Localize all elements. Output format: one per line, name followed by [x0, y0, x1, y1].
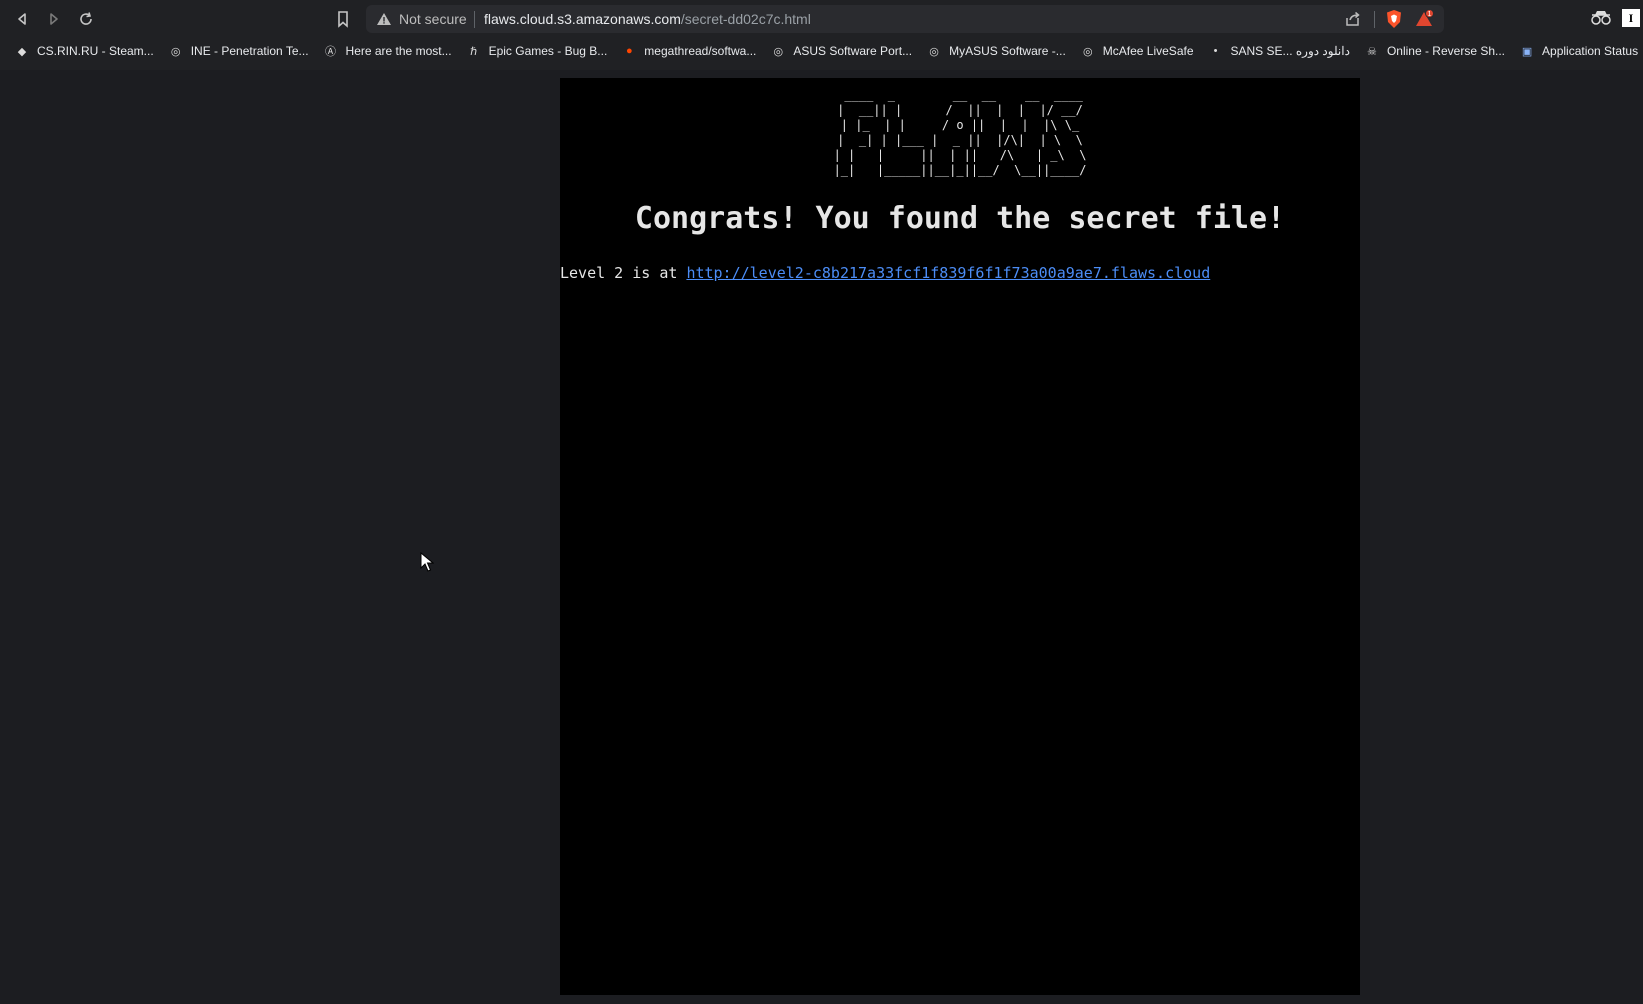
level-2-link[interactable]: http://level2-c8b217a33fcf1f839f6f1f73a0…: [686, 264, 1210, 282]
extension-icon[interactable]: I: [1622, 9, 1640, 27]
back-button[interactable]: [11, 8, 33, 30]
browser-chrome: Not secure flaws.cloud.s3.amazonaws.com/…: [0, 0, 1643, 70]
bookmark-label: MyASUS Software -...: [949, 44, 1066, 58]
bookmark-item[interactable]: Ⓐ Here are the most...: [323, 43, 452, 59]
back-arrow-icon: [18, 13, 26, 25]
page-viewport: ____ _ __ __ __ ____ | __|| | / || | | |…: [0, 70, 1643, 1004]
globe-icon: ◎: [773, 45, 784, 58]
globe-icon: ◎: [170, 45, 181, 58]
bookmark-item[interactable]: ◎ ASUS Software Port...: [770, 43, 913, 59]
h-logo-icon: ℏ: [470, 45, 478, 58]
globe-icon: ◎: [1082, 45, 1093, 58]
page-content: ____ _ __ __ __ ____ | __|| | / || | | |…: [560, 78, 1360, 995]
bookmark-item[interactable]: ℏ Epic Games - Bug B...: [466, 43, 608, 59]
sans-icon: •: [1213, 45, 1218, 57]
mouse-cursor-icon: [420, 552, 434, 572]
bookmark-item[interactable]: ◆ CS.RIN.RU - Steam...: [14, 43, 154, 59]
brave-shields-icon[interactable]: [1384, 9, 1404, 29]
bookmark-label: McAfee LiveSafe: [1102, 44, 1194, 58]
bookmark-label: Online - Reverse Sh...: [1386, 44, 1506, 58]
bookmark-label: Epic Games - Bug B...: [488, 44, 608, 58]
url-host: flaws.cloud.s3.amazonaws.com: [484, 11, 681, 27]
forward-arrow-icon: [50, 13, 58, 25]
bookmark-label: ASUS Software Port...: [793, 44, 913, 58]
flaws-ascii-logo: ____ _ __ __ __ ____ | __|| | / || | | |…: [833, 88, 1087, 177]
url-path: /secret-dd02c7c.html: [680, 11, 811, 27]
profile-incognito-icon[interactable]: [1590, 9, 1612, 27]
level-2-line: Level 2 is at http://level2-c8b217a33fcf…: [560, 264, 1210, 282]
bookmarks-bar: ◆ CS.RIN.RU - Steam... ◎ INE - Penetration …: [0, 38, 1643, 64]
bookmark-item[interactable]: ◎ INE - Penetration Te...: [168, 43, 309, 59]
cs-rin-favicon: ◆: [17, 45, 27, 58]
bookmark-label: CS.RIN.RU - Steam...: [37, 44, 154, 58]
url-text[interactable]: flaws.cloud.s3.amazonaws.com/secret-dd02…: [484, 11, 811, 27]
skull-icon: ☠: [1367, 45, 1377, 58]
bookmark-item[interactable]: ◎ McAfee LiveSafe: [1080, 43, 1194, 59]
warning-icon: [377, 13, 391, 25]
globe-icon: ◎: [929, 45, 939, 58]
reddit-icon: ●: [625, 45, 633, 57]
a-logo-icon: Ⓐ: [325, 46, 337, 58]
bookmark-label: Here are the most...: [345, 44, 452, 58]
brave-rewards-icon[interactable]: 1: [1414, 9, 1434, 29]
bookmark-item[interactable]: ▣ Application Status: [1519, 43, 1638, 59]
bookmark-label: INE - Penetration Te...: [190, 44, 309, 58]
level-2-prefix: Level 2 is at: [560, 264, 687, 282]
reload-button[interactable]: [75, 8, 97, 30]
bookmark-item[interactable]: ☠ Online - Reverse Sh...: [1364, 43, 1505, 59]
bookmark-item[interactable]: ◎ MyASUS Software -...: [926, 43, 1066, 59]
share-icon[interactable]: [1344, 10, 1362, 28]
bookmark-item[interactable]: ● megathread/softwa...: [621, 43, 756, 59]
extension-divider: [1374, 11, 1375, 28]
security-status-label[interactable]: Not secure: [399, 11, 467, 27]
bookmark-page-button[interactable]: [332, 8, 354, 30]
bookmark-label: Application Status: [1542, 44, 1639, 58]
rewards-badge-count: 1: [1428, 11, 1432, 18]
bookmark-label: SANS SE... دانلود دوره: [1230, 44, 1350, 58]
forward-button[interactable]: [43, 8, 65, 30]
reload-icon: [80, 12, 92, 25]
app-status-icon: ▣: [1521, 45, 1533, 58]
bookmark-item[interactable]: • SANS SE... دانلود دوره: [1208, 43, 1350, 59]
browser-toolbar: Not secure flaws.cloud.s3.amazonaws.com/…: [0, 0, 1643, 38]
bookmark-icon: [338, 11, 348, 28]
bookmark-label: megathread/softwa...: [644, 44, 757, 58]
page-headline: Congrats! You found the secret file!: [634, 201, 1286, 236]
url-divider: [474, 11, 475, 28]
address-bar[interactable]: Not secure flaws.cloud.s3.amazonaws.com/…: [366, 5, 1444, 33]
